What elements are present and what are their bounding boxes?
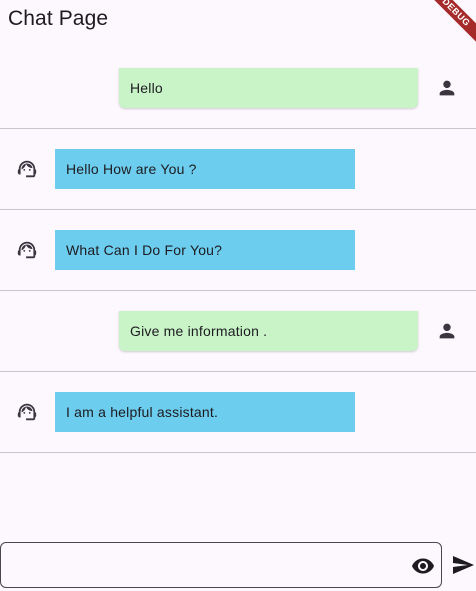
bot-message-bubble: Hello How are You ? xyxy=(55,149,355,189)
person-icon xyxy=(436,320,458,342)
message-row-bot: Hello How are You ? xyxy=(0,129,476,210)
app-bar: Chat Page xyxy=(0,0,476,40)
message-row-user: Hello xyxy=(0,48,476,129)
user-message-bubble: Hello xyxy=(119,68,418,108)
person-icon xyxy=(436,77,458,99)
support-agent-icon xyxy=(16,401,38,423)
message-row-bot: I am a helpful assistant. xyxy=(0,372,476,453)
support-agent-icon xyxy=(16,239,38,261)
message-row-user: Give me information . xyxy=(0,291,476,372)
send-icon[interactable] xyxy=(451,553,475,577)
message-row-bot: What Can I Do For You? xyxy=(0,210,476,291)
user-message-bubble: Give me information . xyxy=(119,311,418,351)
message-input[interactable] xyxy=(13,553,407,579)
page-title: Chat Page xyxy=(8,7,109,30)
message-input-container[interactable] xyxy=(0,542,442,588)
support-agent-icon xyxy=(16,158,38,180)
eye-icon[interactable] xyxy=(411,554,435,578)
bot-message-bubble: What Can I Do For You? xyxy=(55,230,355,270)
bot-message-bubble: I am a helpful assistant. xyxy=(55,392,355,432)
